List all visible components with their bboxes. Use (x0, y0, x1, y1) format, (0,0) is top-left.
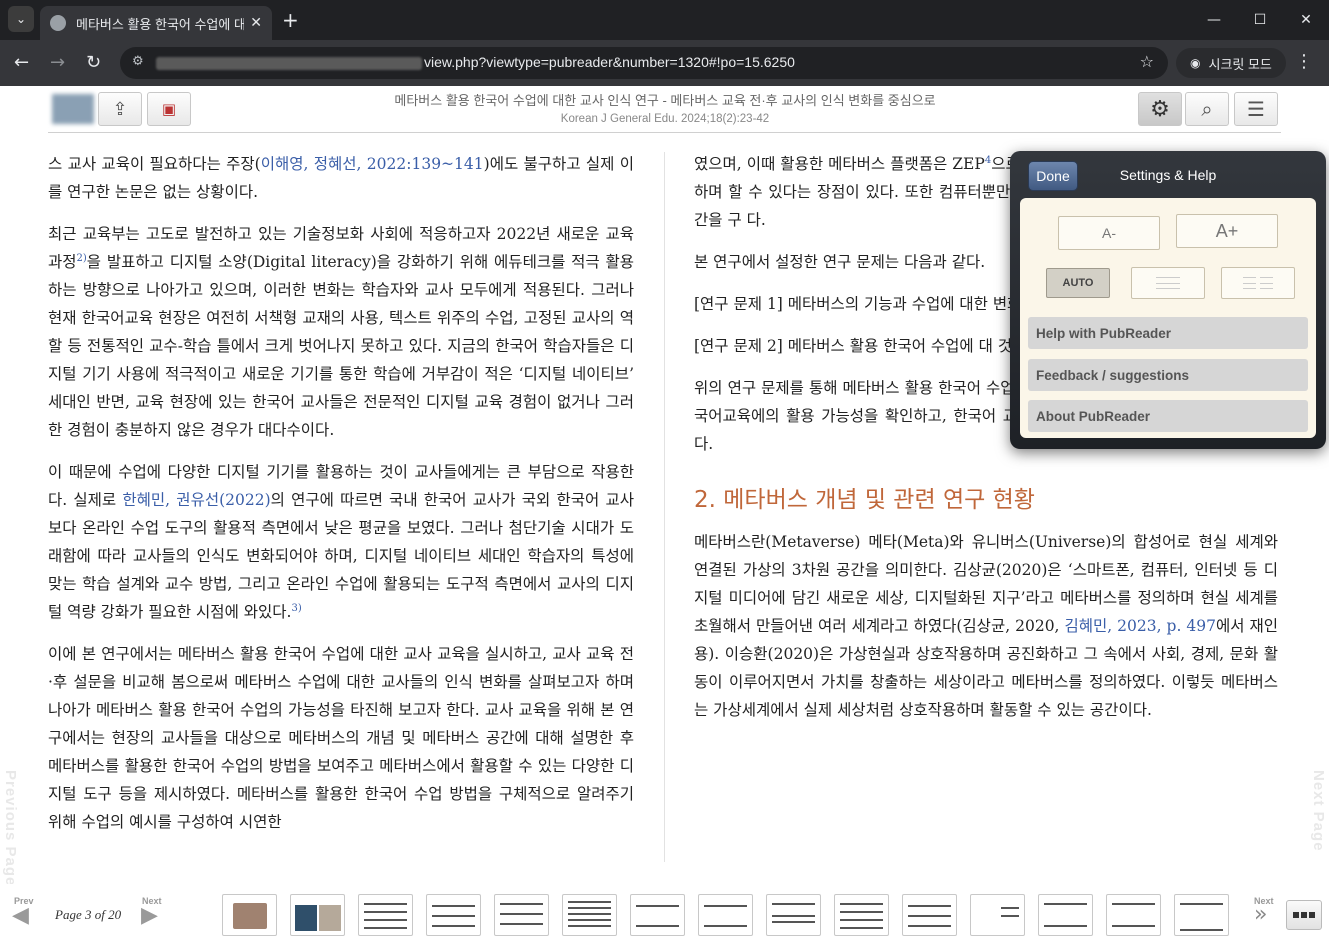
page-thumbnails (222, 894, 1229, 936)
about-link[interactable]: About PubReader (1028, 400, 1308, 432)
dot-icon (1301, 912, 1307, 918)
page-thumbnail[interactable] (290, 894, 345, 936)
thumbs-next-icon[interactable]: » (1254, 902, 1267, 927)
table-of-contents-button[interactable]: ☰ (1234, 92, 1278, 126)
page-thumbnail[interactable] (426, 894, 481, 936)
paragraph: 메타버스란(Metaverse) 메타(Meta)와 유니버스(Universe… (694, 533, 1278, 719)
prev-arrow-icon[interactable]: ◀ (12, 903, 29, 928)
back-arrow-icon[interactable]: ← (14, 52, 29, 73)
list-icon: ☰ (1247, 97, 1265, 121)
page-thumbnail[interactable] (698, 894, 753, 936)
help-link[interactable]: Help with PubReader (1028, 317, 1308, 349)
incognito-indicator[interactable]: ◉ 시크릿 모드 (1176, 48, 1286, 78)
url-text: view.php?viewtype=pubreader&number=1320#… (424, 54, 795, 70)
paragraph: 이 때문에 수업에 다양한 디지털 기기를 활용하는 것이 교사들에게는 큰 부… (48, 463, 634, 621)
browser-tab[interactable]: 메타버스 활용 한국어 수업에 대 ✕ (40, 6, 272, 40)
url-bar[interactable]: ⚙ view.php?viewtype=pubreader&number=132… (120, 47, 1168, 79)
single-column-button[interactable] (1131, 267, 1205, 299)
previous-page-side-label[interactable]: Previous Page (2, 770, 19, 886)
footnote-link[interactable]: 2) (77, 253, 87, 264)
citation-link[interactable]: 한혜민, 권유선(2022) (122, 491, 270, 509)
search-icon: ⌕ (1201, 97, 1213, 121)
minimize-icon[interactable]: — (1191, 0, 1237, 40)
font-smaller-button[interactable]: A- (1058, 216, 1160, 250)
next-arrow-icon[interactable]: ▶ (141, 903, 158, 928)
dot-icon (1309, 912, 1315, 918)
auto-columns-button[interactable]: AUTO (1046, 268, 1110, 298)
pdf-icon: ▣ (161, 100, 177, 118)
tab-title: 메타버스 활용 한국어 수업에 대 (76, 16, 245, 32)
favicon-icon (50, 15, 66, 31)
reload-icon[interactable]: ↻ (86, 52, 101, 73)
next-page-side-label[interactable]: Next Page (1310, 770, 1327, 852)
citation-link[interactable]: 김혜민, 2023, p. 497 (1064, 617, 1215, 635)
close-window-icon[interactable]: ✕ (1283, 0, 1329, 40)
single-column-icon (1156, 277, 1180, 289)
feedback-link[interactable]: Feedback / suggestions (1028, 359, 1308, 391)
page-thumbnail[interactable] (1038, 894, 1093, 936)
share-icon: ⇪ (112, 98, 128, 120)
new-tab-plus-icon[interactable]: + (282, 8, 299, 32)
citation-link[interactable]: 이해영, 정혜선, 2022:139~141 (261, 155, 484, 173)
page-thumbnail[interactable] (970, 894, 1025, 936)
page-thumbnail[interactable] (630, 894, 685, 936)
two-column-button[interactable] (1221, 267, 1295, 299)
page-thumbnail[interactable] (222, 894, 277, 936)
done-button[interactable]: Done (1028, 161, 1078, 191)
document-citation: Korean J General Edu. 2024;18(2):23-42 (560, 113, 770, 125)
page-thumbnail[interactable] (1174, 894, 1229, 936)
paragraph: 스 교사 교육이 필요하다는 주장(이해영, 정혜선, 2022:139~141… (48, 155, 635, 201)
maximize-icon[interactable]: ☐ (1237, 0, 1283, 40)
incognito-label: 시크릿 모드 (1208, 56, 1272, 72)
header-divider (48, 132, 1281, 133)
journal-logo[interactable] (52, 94, 94, 124)
left-column: 스 교사 교육이 필요하다는 주장(이해영, 정혜선, 2022:139~141… (48, 150, 634, 850)
more-pages-button[interactable] (1286, 900, 1322, 930)
search-button[interactable]: ⌕ (1185, 92, 1229, 126)
tab-close-icon[interactable]: ✕ (250, 15, 262, 31)
section-heading: 2. 메타버스 개념 및 관련 연구 현황 (694, 487, 1035, 513)
paragraph: 이에 본 연구에서는 메타버스 활용 한국어 수업에 대한 교사 교육을 실시하… (48, 645, 634, 831)
page-thumbnail[interactable] (358, 894, 413, 936)
browser-menu-icon[interactable]: ⋮ (1295, 51, 1313, 72)
settings-button[interactable]: ⚙ (1138, 92, 1182, 126)
page-thumbnail[interactable] (562, 894, 617, 936)
browser-tab-bar: ⌄ 메타버스 활용 한국어 수업에 대 ✕ + — ☐ ✕ (0, 0, 1329, 40)
settings-title: Settings & Help (1119, 167, 1217, 183)
settings-panel: A- A+ AUTO Help with PubReader Feedback … (1020, 198, 1316, 438)
column-divider (664, 152, 665, 862)
page-thumbnail[interactable] (902, 894, 957, 936)
page-thumbnail[interactable] (494, 894, 549, 936)
site-info-icon[interactable]: ⚙ (132, 54, 144, 69)
share-button[interactable]: ⇪ (98, 92, 142, 126)
page-thumbnail[interactable] (1106, 894, 1161, 936)
gear-icon: ⚙ (1150, 96, 1170, 122)
footnote-link[interactable]: 3) (291, 603, 301, 614)
pdf-button[interactable]: ▣ (147, 92, 191, 126)
dot-icon (1293, 912, 1299, 918)
url-host-redacted (156, 57, 422, 70)
address-toolbar: ← → ↻ ⚙ view.php?viewtype=pubreader&numb… (0, 40, 1329, 86)
page-indicator: Page 3 of 20 (55, 907, 122, 922)
forward-arrow-icon[interactable]: → (50, 52, 65, 73)
page-thumbnail[interactable] (834, 894, 889, 936)
settings-popup: Done Settings & Help A- A+ AUTO Help wit… (1010, 151, 1326, 449)
two-column-icon (1243, 277, 1273, 289)
incognito-icon: ◉ (1190, 56, 1201, 70)
tab-search-chevron-icon[interactable]: ⌄ (8, 6, 34, 32)
bookmark-star-icon[interactable]: ☆ (1140, 52, 1154, 71)
document-title: 메타버스 활용 한국어 수업에 대한 교사 인식 연구 - 메타버스 교육 전·… (394, 93, 936, 108)
page-thumbnail[interactable] (766, 894, 821, 936)
paragraph: 최근 교육부는 고도로 발전하고 있는 기술정보화 사회에 적응하고자 2022… (48, 225, 634, 439)
font-larger-button[interactable]: A+ (1176, 214, 1278, 248)
